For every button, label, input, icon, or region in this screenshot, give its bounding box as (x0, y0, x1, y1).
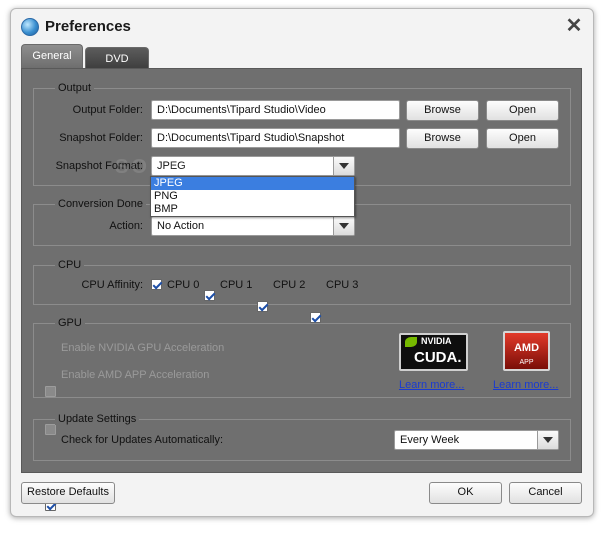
check-updates-label: Check for Updates Automatically: (61, 434, 224, 446)
snapshot-open-button[interactable]: Open (486, 128, 559, 149)
output-folder-label: Output Folder: (72, 104, 143, 116)
chevron-down-icon[interactable] (333, 217, 354, 235)
update-frequency-value: Every Week (400, 434, 460, 446)
cpu3-checkbox[interactable] (310, 312, 321, 323)
nvidia-label: Enable NVIDIA GPU Acceleration (61, 342, 225, 354)
dropdown-option-bmp[interactable]: BMP (151, 203, 354, 216)
action-value: No Action (157, 220, 205, 232)
output-folder-input[interactable]: D:\Documents\Tipard Studio\Video (151, 100, 400, 120)
action-label: Action: (109, 220, 143, 232)
nvidia-learn-more-link[interactable]: Learn more... (399, 379, 464, 391)
amd-logo-text: AMD (513, 342, 540, 354)
nvidia-checkbox[interactable] (45, 386, 56, 397)
tab-general[interactable]: General (21, 44, 83, 68)
ok-button[interactable]: OK (429, 482, 502, 504)
cpu0-checkbox[interactable] (151, 279, 162, 290)
chevron-down-icon[interactable] (537, 431, 558, 449)
nvidia-eye-icon (405, 337, 417, 347)
amd-label: Enable AMD APP Acceleration (61, 369, 210, 381)
chevron-down-icon[interactable] (333, 157, 354, 175)
output-open-button[interactable]: Open (486, 100, 559, 121)
cpu1-checkbox[interactable] (204, 290, 215, 301)
close-icon[interactable]: ✕ (565, 16, 583, 36)
cpu1-label: CPU 1 (220, 279, 253, 291)
cpu2-label: CPU 2 (273, 279, 306, 291)
snapshot-format-dropdown: JPEG PNG BMP (150, 176, 355, 217)
app-logo-text: APP (519, 359, 534, 366)
snapshot-folder-input[interactable]: D:\Documents\Tipard Studio\Snapshot (151, 128, 400, 148)
app-globe-icon (21, 18, 39, 36)
nvidia-logo-text: NVIDIA (421, 336, 452, 346)
gpu-group (33, 323, 571, 398)
cpu-affinity-label: CPU Affinity: (81, 279, 143, 291)
window-title: Preferences (45, 18, 131, 35)
cpu-legend: CPU (55, 259, 85, 271)
snapshot-browse-button[interactable]: Browse (406, 128, 479, 149)
update-settings-legend: Update Settings (55, 413, 140, 425)
nvidia-cuda-logo: NVIDIA CUDA. (399, 333, 468, 371)
amd-app-logo: AMD APP (503, 331, 550, 371)
cuda-logo-text: CUDA. (414, 349, 462, 366)
action-select[interactable]: No Action (151, 216, 355, 236)
gpu-legend: GPU (55, 317, 85, 329)
cpu0-label: CPU 0 (167, 279, 200, 291)
output-browse-button[interactable]: Browse (406, 100, 479, 121)
tab-dvd[interactable]: DVD (85, 47, 149, 68)
update-frequency-select[interactable]: Every Week (394, 430, 559, 450)
restore-defaults-button[interactable]: Restore Defaults (21, 482, 115, 504)
cancel-button[interactable]: Cancel (509, 482, 582, 504)
conversion-done-legend: Conversion Done (55, 198, 146, 210)
amd-learn-more-link[interactable]: Learn more... (493, 379, 558, 391)
dropdown-option-png[interactable]: PNG (151, 190, 354, 203)
dropdown-option-jpeg[interactable]: JPEG (151, 177, 354, 190)
cpu2-checkbox[interactable] (257, 301, 268, 312)
cpu3-label: CPU 3 (326, 279, 359, 291)
output-legend: Output (55, 82, 95, 94)
snapshot-folder-label: Snapshot Folder: (59, 132, 143, 144)
